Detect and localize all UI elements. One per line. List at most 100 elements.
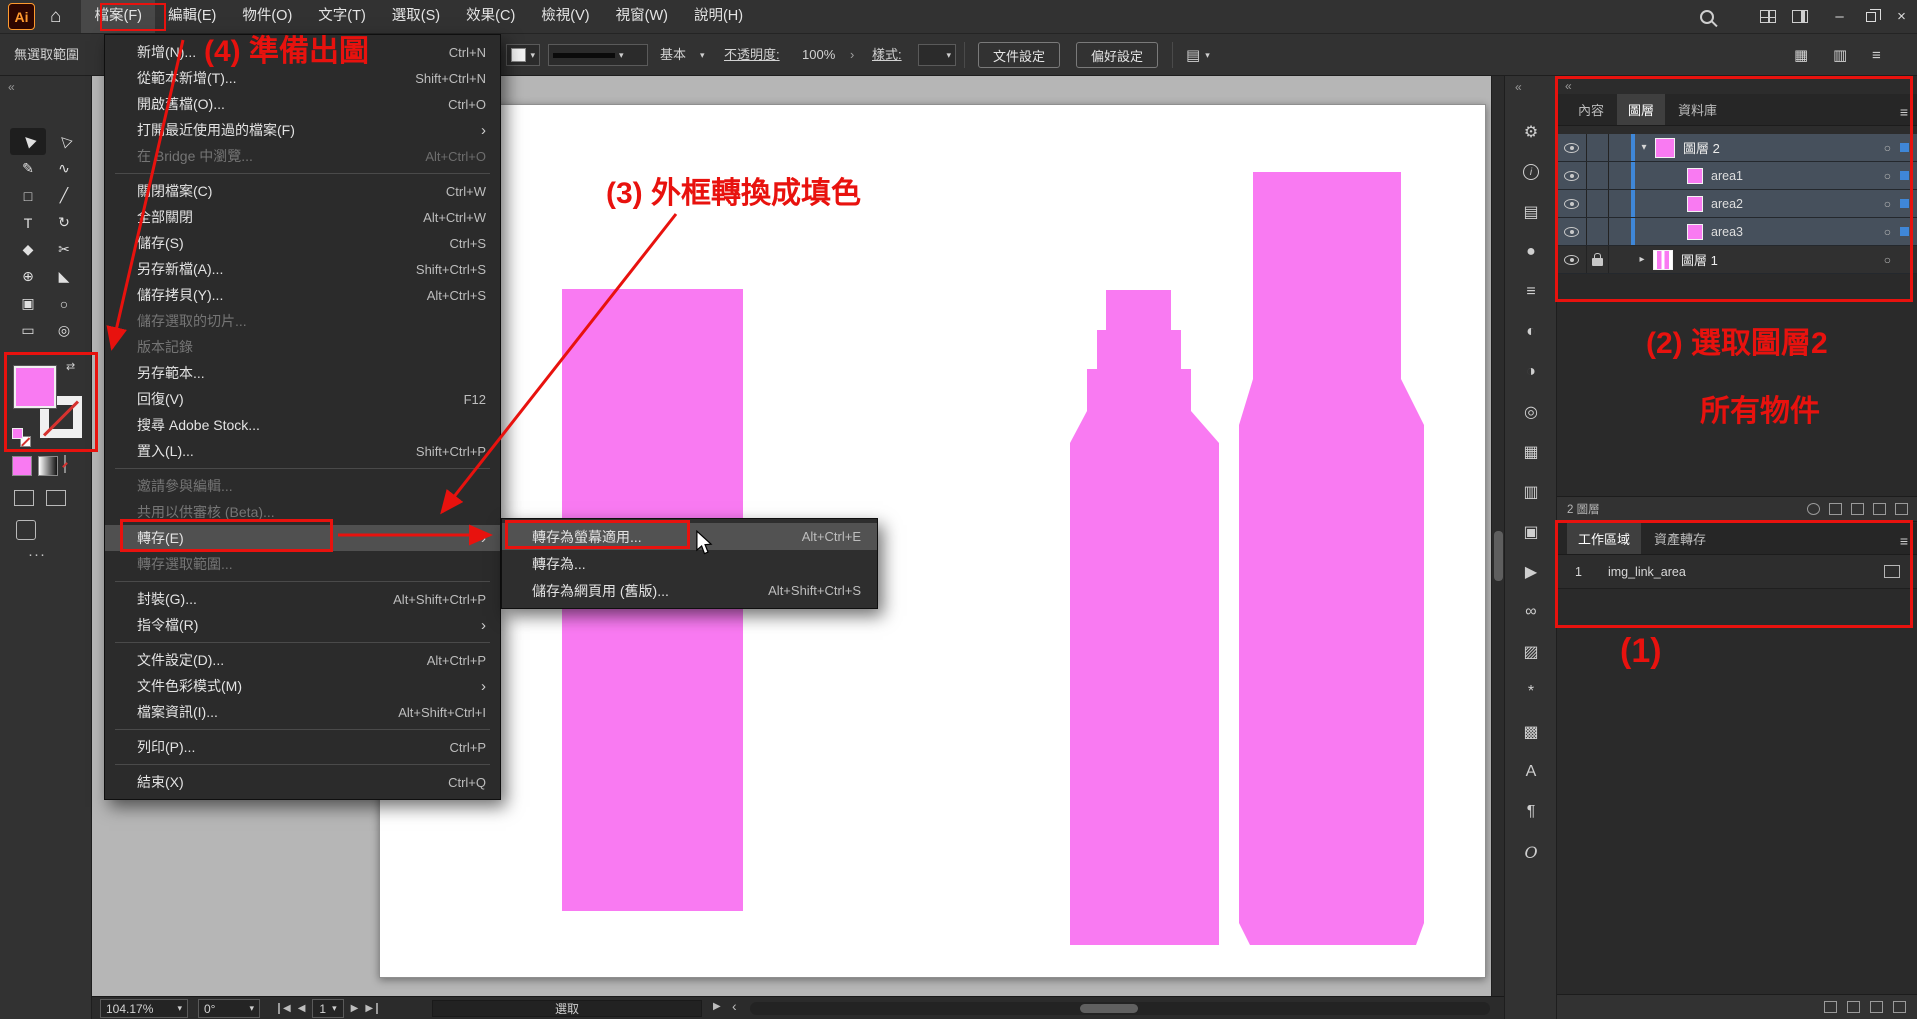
lock-cell[interactable]	[1587, 246, 1609, 273]
new-layer-icon[interactable]	[1873, 503, 1886, 515]
symbol-sprayer-tool[interactable]: ▣	[10, 290, 46, 317]
file-menu-item-exit[interactable]: 結束(X)Ctrl+Q	[105, 769, 500, 795]
locate-object-icon[interactable]	[1807, 503, 1820, 515]
pathfinder-panel-icon[interactable]: ▣	[1505, 512, 1557, 552]
file-menu-item-save-a-copy[interactable]: 儲存拷貝(Y)...Alt+Ctrl+S	[105, 282, 500, 308]
menu-view[interactable]: 檢視(V)	[528, 0, 602, 33]
file-menu-item-open[interactable]: 開啟舊檔(O)...Ctrl+O	[105, 91, 500, 117]
brushes-panel-icon[interactable]: ▨	[1505, 632, 1557, 672]
shape-builder-tool[interactable]: ⊕	[10, 263, 46, 290]
file-menu-item-close-all[interactable]: 全部關閉Alt+Ctrl+W	[105, 204, 500, 230]
edit-toolbar-dots-icon[interactable]: ···	[28, 546, 46, 563]
file-menu-item-new-from-template[interactable]: 從範本新增(T)...Shift+Ctrl+N	[105, 65, 500, 91]
gear-icon[interactable]: ⚙	[1505, 112, 1557, 152]
appearance-panel-icon[interactable]: ▩	[1505, 712, 1557, 752]
target-circle-icon[interactable]: ○	[1884, 141, 1891, 155]
visibility-cell[interactable]	[1557, 190, 1587, 217]
pen-tool[interactable]: ✎	[10, 155, 46, 182]
stroke-color-dropdown[interactable]: ▾	[506, 44, 540, 66]
symbols-panel-icon[interactable]: *	[1505, 672, 1557, 712]
gradient-button[interactable]	[38, 456, 58, 476]
none-button[interactable]	[64, 455, 66, 473]
panel-menu-icon[interactable]: ≡	[1900, 533, 1908, 554]
target-circle-icon[interactable]: ○	[1884, 169, 1891, 183]
minimize-button[interactable]: –	[1824, 0, 1855, 34]
fill-color-swatch[interactable]	[14, 366, 56, 408]
rectangle-tool[interactable]: □	[10, 182, 46, 209]
restore-button[interactable]	[1855, 0, 1886, 34]
swatches-panel-icon[interactable]: ▦	[1505, 432, 1557, 472]
document-setup-button[interactable]: 文件設定	[978, 42, 1060, 68]
arrange-documents-icon[interactable]	[1792, 10, 1808, 23]
horizontal-scrollbar-thumb[interactable]	[1080, 1004, 1138, 1013]
file-menu-item-export[interactable]: 轉存(E)›	[105, 525, 500, 551]
menu-edit[interactable]: 編輯(E)	[155, 0, 229, 33]
file-menu-item-new[interactable]: 新增(N)...Ctrl+N	[105, 39, 500, 65]
target-panel-icon[interactable]: ◎	[1505, 392, 1557, 432]
target-circle-icon[interactable]: ○	[1884, 253, 1891, 267]
color-button[interactable]	[12, 456, 32, 476]
artboard-tool[interactable]: ▭	[10, 317, 46, 344]
file-menu-item-print[interactable]: 列印(P)...Ctrl+P	[105, 734, 500, 760]
docs-layout-icon[interactable]: ▥	[1833, 34, 1847, 76]
menu-select[interactable]: 選取(S)	[379, 0, 453, 33]
knife-tool[interactable]: ╱	[46, 182, 82, 209]
visibility-cell[interactable]	[1557, 246, 1587, 273]
menu-window[interactable]: 視窗(W)	[603, 0, 681, 33]
scissors-tool[interactable]: ✂	[46, 236, 82, 263]
layer-row-4[interactable]: area3○	[1557, 218, 1917, 246]
info-icon[interactable]: i	[1505, 152, 1557, 192]
menu-effect[interactable]: 效果(C)	[453, 0, 528, 33]
next-artboard-button[interactable]: ▶	[351, 1003, 359, 1014]
links-panel-icon[interactable]: ∞	[1505, 592, 1557, 632]
vertical-scrollbar-thumb[interactable]	[1494, 531, 1503, 581]
blob-brush-icon[interactable]: ●	[1505, 232, 1557, 272]
tab-layers[interactable]: 圖層	[1617, 94, 1665, 125]
collapse-chevron-icon[interactable]: ▸	[1635, 254, 1649, 265]
target-circle-icon[interactable]: ○	[1884, 197, 1891, 211]
visibility-cell[interactable]	[1557, 218, 1587, 245]
visibility-cell[interactable]	[1557, 162, 1587, 189]
zoom-tool[interactable]: ◎	[46, 317, 82, 344]
opacity-value[interactable]: 100%	[802, 34, 835, 76]
rotate-tool[interactable]: ↻	[46, 209, 82, 236]
expand-panels-chevron-icon[interactable]: «	[1515, 80, 1522, 94]
layer-row-1[interactable]: ▾圖層 2○	[1557, 134, 1917, 162]
search-icon[interactable]	[1700, 10, 1714, 24]
export-submenu-item-export-for-screens[interactable]: 轉存為螢幕適用...Alt+Ctrl+E	[502, 523, 877, 550]
screen-mode-normal-icon[interactable]	[14, 490, 34, 506]
lock-cell[interactable]	[1587, 218, 1609, 245]
eyedropper-tool[interactable]: ◣	[46, 263, 82, 290]
character-panel-icon[interactable]: A	[1505, 752, 1557, 792]
stroke-style-preview-dropdown[interactable]: ▾	[548, 44, 648, 66]
new-artboard-icon[interactable]	[1870, 1001, 1883, 1013]
layer-row-5[interactable]: ▸圖層 1○	[1557, 246, 1917, 274]
previous-artboard-button[interactable]: ◀	[298, 1003, 306, 1014]
preferences-button[interactable]: 偏好設定	[1076, 42, 1158, 68]
file-menu-item-save[interactable]: 儲存(S)Ctrl+S	[105, 230, 500, 256]
file-menu-item-document-color-mode[interactable]: 文件色彩模式(M)›	[105, 673, 500, 699]
delete-artboard-icon[interactable]	[1893, 1001, 1906, 1013]
expand-chevron-icon[interactable]: ▾	[1637, 142, 1651, 153]
artboard-icon[interactable]	[1884, 565, 1900, 578]
lock-cell[interactable]	[1587, 134, 1609, 161]
transform-panel-icon[interactable]: ▤	[1505, 192, 1557, 232]
tab-libraries[interactable]: 資料庫	[1667, 94, 1728, 125]
first-artboard-button[interactable]: ◀	[278, 1003, 291, 1014]
rotation-dropdown[interactable]: 0°▾	[198, 999, 260, 1018]
menu-type[interactable]: 文字(T)	[305, 0, 379, 33]
selection-tool[interactable]: ▶	[10, 128, 46, 155]
file-menu-item-file-info[interactable]: 檔案資訊(I)...Alt+Shift+Ctrl+I	[105, 699, 500, 725]
scroll-left-icon[interactable]: ‹	[732, 998, 737, 1014]
horizontal-scrollbar[interactable]	[750, 1002, 1490, 1015]
lock-cell[interactable]	[1587, 190, 1609, 217]
menu-object[interactable]: 物件(O)	[229, 0, 305, 33]
artboard-number-dropdown[interactable]: 1▾	[312, 999, 343, 1018]
layer-row-2[interactable]: area1○	[1557, 162, 1917, 190]
lock-cell[interactable]	[1587, 162, 1609, 189]
actions-panel-icon[interactable]: ▶	[1505, 552, 1557, 592]
tab-artboards[interactable]: 工作區域	[1567, 523, 1641, 554]
paragraph-panel-icon[interactable]: ¶	[1505, 792, 1557, 832]
workspace-grid-icon[interactable]: ▦	[1794, 34, 1808, 76]
visibility-cell[interactable]	[1557, 134, 1587, 161]
